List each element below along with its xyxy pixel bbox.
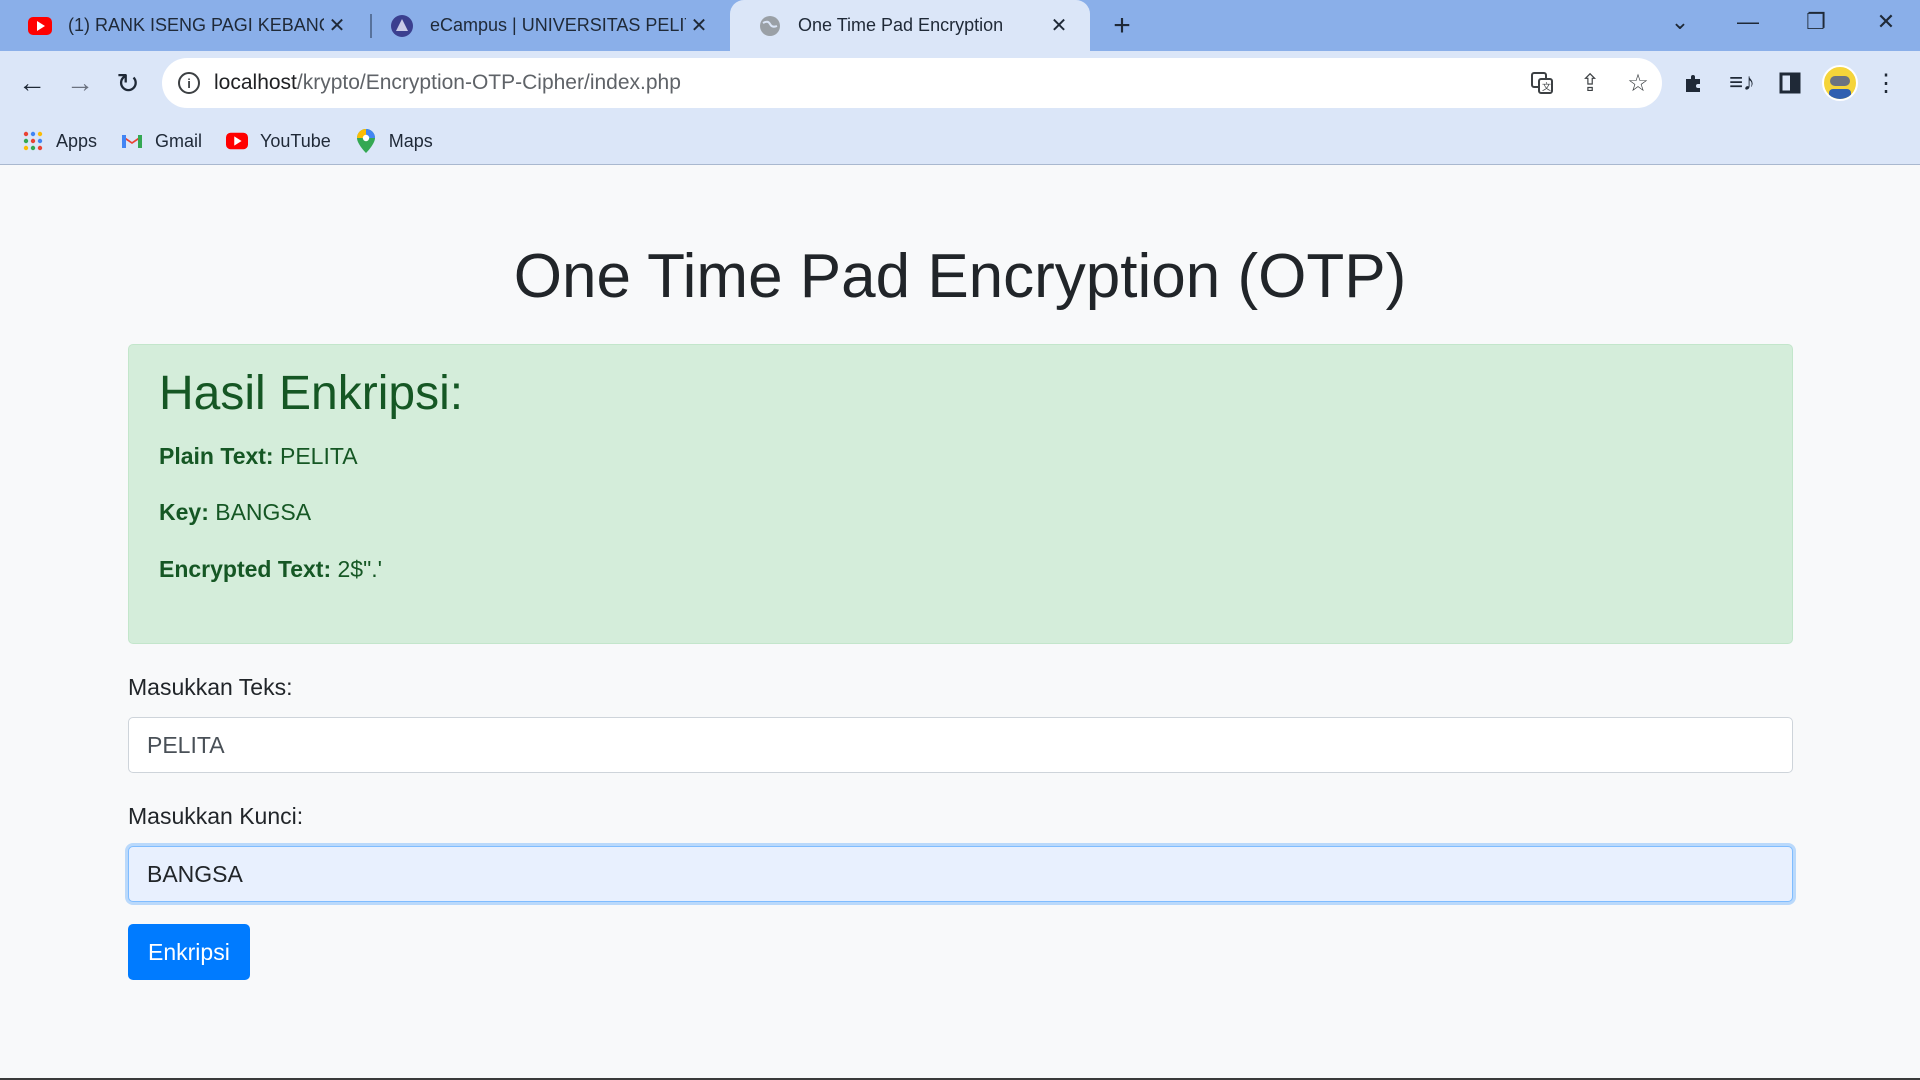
restore-icon[interactable]: ❐	[1786, 0, 1846, 44]
address-bar[interactable]: i localhost/krypto/Encryption-OTP-Cipher…	[162, 58, 1662, 108]
tab-title: One Time Pad Encryption	[798, 15, 1004, 35]
new-tab-button[interactable]: +	[1100, 0, 1144, 51]
apps-grid-icon	[22, 130, 44, 152]
bookmark-label: Maps	[388, 130, 433, 151]
close-icon[interactable]: ✕	[686, 13, 712, 39]
bookmarks-bar: Apps Gmail YouTube Maps	[0, 117, 1920, 165]
side-panel-icon[interactable]	[1766, 61, 1814, 105]
url-host: localhost	[214, 71, 297, 94]
browser-toolbar: ← → ↻ i localhost/krypto/Encryption-OTP-…	[0, 51, 1920, 165]
plain-text-label: Plain Text:	[159, 442, 274, 469]
tab-title: eCampus | UNIVERSITAS PELITA	[430, 15, 686, 35]
share-icon[interactable]: ⇪	[1566, 59, 1614, 107]
encrypted-text-row: Encrypted Text: 2$".'	[159, 556, 1762, 584]
globe-icon	[758, 14, 782, 38]
bookmark-label: YouTube	[260, 130, 331, 151]
main-container: Hasil Enkripsi: Plain Text: PELITA Key: …	[128, 344, 1793, 980]
key-input-label: Masukkan Kunci:	[128, 803, 304, 829]
extensions-icon[interactable]	[1670, 61, 1718, 105]
info-icon[interactable]: i	[178, 72, 200, 94]
tab-strip: (1) RANK ISENG PAGI KEBANGUN ✕ eCampus |…	[0, 0, 1920, 51]
url-path: /krypto/Encryption-OTP-Cipher/index.php	[296, 71, 681, 94]
window-close-icon[interactable]: ✕	[1856, 0, 1916, 44]
youtube-icon	[28, 14, 52, 38]
tab-youtube[interactable]: (1) RANK ISENG PAGI KEBANGUN ✕	[0, 0, 368, 51]
encrypted-text-label: Encrypted Text:	[159, 555, 332, 582]
tab-search-icon[interactable]: ⌄	[1650, 0, 1710, 44]
page-title: One Time Pad Encryption (OTP)	[513, 242, 1407, 311]
encrypt-button[interactable]: Enkripsi	[128, 924, 250, 980]
gmail-icon	[121, 130, 143, 152]
bookmark-apps[interactable]: Apps	[22, 130, 97, 152]
back-icon[interactable]: ←	[10, 61, 54, 105]
youtube-icon	[226, 130, 249, 152]
svg-text:文: 文	[1542, 81, 1551, 93]
key-label: Key:	[159, 499, 209, 526]
key-value: BANGSA	[215, 499, 312, 526]
minimize-icon[interactable]: —	[1718, 0, 1778, 44]
bookmark-maps[interactable]: Maps	[355, 129, 433, 153]
encrypted-text-value: 2$".'	[337, 555, 383, 582]
tab-title: (1) RANK ISENG PAGI KEBANGUN	[68, 15, 324, 35]
star-icon[interactable]: ☆	[1614, 59, 1662, 107]
bookmark-gmail[interactable]: Gmail	[121, 130, 202, 152]
close-icon[interactable]: ✕	[324, 13, 350, 39]
more-menu-icon[interactable]: ⋮	[1862, 61, 1910, 105]
text-form-group: Masukkan Teks:	[128, 674, 1793, 773]
plain-text-value: PELITA	[280, 442, 358, 469]
tab-otp[interactable]: One Time Pad Encryption ✕	[730, 0, 1090, 51]
tab-ecampus[interactable]: eCampus | UNIVERSITAS PELITA ✕	[362, 0, 730, 51]
media-queue-icon[interactable]: ≡♪	[1718, 61, 1766, 105]
bookmark-label: Gmail	[155, 130, 203, 151]
bookmark-label: Apps	[56, 130, 98, 151]
bookmark-youtube[interactable]: YouTube	[226, 130, 331, 152]
plain-text-row: Plain Text: PELITA	[159, 443, 1762, 471]
result-heading: Hasil Enkripsi:	[159, 367, 464, 420]
forward-icon[interactable]: →	[58, 61, 102, 105]
text-input-label: Masukkan Teks:	[128, 674, 293, 700]
ecampus-icon	[390, 14, 414, 38]
profile-avatar[interactable]	[1822, 65, 1858, 101]
maps-icon	[355, 129, 377, 153]
translate-icon[interactable]: 文	[1518, 59, 1566, 107]
plain-text-input[interactable]	[128, 717, 1793, 773]
url-text[interactable]: localhost/krypto/Encryption-OTP-Cipher/i…	[214, 71, 1518, 95]
key-row: Key: BANGSA	[159, 499, 1762, 527]
key-form-group: Masukkan Kunci:	[128, 803, 1793, 902]
close-icon[interactable]: ✕	[1046, 13, 1072, 39]
result-alert: Hasil Enkripsi: Plain Text: PELITA Key: …	[128, 344, 1793, 644]
page-content: One Time Pad Encryption (OTP) Hasil Enkr…	[0, 166, 1920, 1078]
key-input[interactable]	[128, 846, 1793, 902]
reload-icon[interactable]: ↻	[106, 61, 150, 105]
